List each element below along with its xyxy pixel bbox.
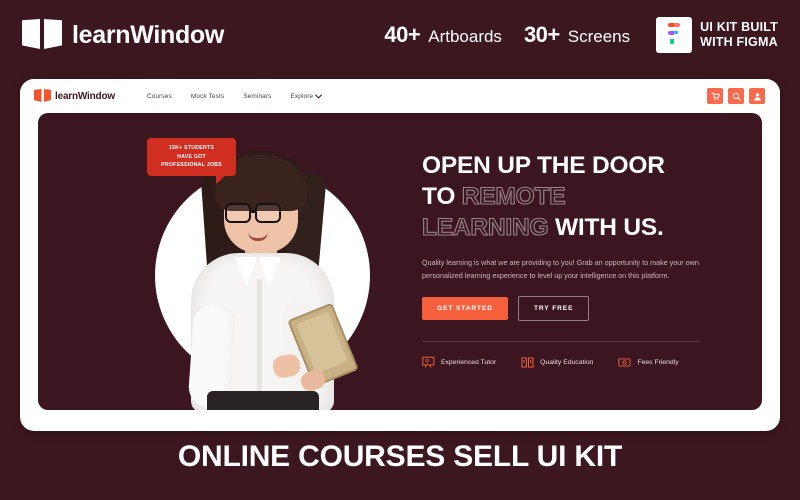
page-title: ONLINE COURSES SELL UI KIT	[177, 440, 623, 473]
hero-heading-line-3-outline: LEARNING	[421, 213, 549, 241]
stat-screens: 30+ Screens	[524, 22, 630, 48]
nav-link-seminars[interactable]: Seminars	[243, 93, 271, 100]
website-mockup-frame: learnWindow Courses Mock Tests Seminars …	[20, 79, 780, 431]
nav-link-courses-label: Courses	[146, 92, 172, 100]
stats-group: 40+ Artboards 30+ Screens UI KIT BUILT W…	[384, 17, 778, 53]
hero-copy: OPEN UP THE DOOR TO REMOTE LEARNING WITH…	[421, 151, 732, 369]
hero-heading: OPEN UP THE DOOR TO REMOTE LEARNING WITH…	[421, 151, 732, 244]
chevron-down-icon	[315, 91, 323, 99]
hero-heading-line-2: TO REMOTE	[422, 182, 732, 213]
feature-quality-education-label: Quality Education	[540, 359, 594, 367]
students-badge: 15K+ STUDENTS HAVE GOT PROFESSIONAL JOBS	[147, 138, 236, 184]
figma-badge-text: UI KIT BUILT WITH FIGMA	[700, 19, 778, 49]
shopping-cart-icon[interactable]	[707, 88, 723, 104]
mockup-brand[interactable]: learnWindow	[34, 89, 115, 103]
figma-logo-icon	[656, 17, 693, 53]
nav-link-mock-tests[interactable]: Mock Tests	[191, 93, 224, 100]
mockup-brand-name: learnWindow	[55, 90, 115, 102]
hero-paragraph: Quality learning is what we are providin…	[422, 257, 699, 280]
feature-quality-education: Quality Education	[521, 356, 593, 369]
nav-link-mock-tests-label: Mock Tests	[190, 92, 225, 100]
hero-heading-line-3-solid: WITH US.	[548, 213, 664, 241]
try-free-button[interactable]: TRY FREE	[517, 296, 590, 322]
hero-cta-group: GET STARTED TRY FREE	[422, 296, 732, 322]
feature-experienced-tutor-label: Experienced Tutor	[441, 359, 497, 367]
money-note-icon	[618, 358, 631, 367]
stat-artboards: 40+ Artboards	[384, 22, 502, 48]
mockup-nav-links: Courses Mock Tests Seminars Explore	[147, 91, 323, 100]
brand-name: learnWindow	[72, 20, 225, 49]
hero-divider	[422, 341, 700, 343]
stat-artboards-label: Artboards	[428, 27, 502, 46]
hero-heading-line-2-solid: TO	[422, 182, 462, 210]
mockup-nav-actions	[707, 88, 765, 104]
students-badge-text: 15K+ STUDENTS HAVE GOT PROFESSIONAL JOBS	[161, 145, 222, 169]
hero-section: 15K+ STUDENTS HAVE GOT PROFESSIONAL JOBS…	[38, 113, 762, 410]
nav-link-explore[interactable]: Explore	[290, 91, 323, 100]
open-book-icon	[521, 357, 534, 368]
figma-badge: UI KIT BUILT WITH FIGMA	[656, 17, 778, 53]
hero-heading-line-1: OPEN UP THE DOOR	[422, 152, 665, 179]
tutor-board-icon	[422, 356, 435, 369]
open-book-icon	[34, 89, 51, 103]
product-brand: learnWindow	[22, 19, 224, 51]
nav-link-seminars-label: Seminars	[243, 92, 272, 100]
hero-feature-list: Experienced Tutor Quality Education Fees…	[422, 356, 732, 369]
nav-link-explore-label: Explore	[290, 92, 314, 100]
hero-heading-line-2-outline: REMOTE	[461, 182, 566, 210]
search-icon[interactable]	[728, 88, 744, 104]
stat-screens-label: Screens	[567, 27, 631, 46]
user-account-icon[interactable]	[749, 88, 765, 104]
feature-experienced-tutor: Experienced Tutor	[422, 356, 496, 369]
stat-artboards-number: 40+	[384, 22, 421, 47]
hero-heading-line-3: LEARNING WITH US.	[421, 213, 732, 244]
top-promo-bar: learnWindow 40+ Artboards 30+ Screens UI…	[0, 0, 800, 70]
hero-visual: 15K+ STUDENTS HAVE GOT PROFESSIONAL JOBS	[38, 113, 398, 410]
feature-fees-friendly-label: Fees Friendly	[637, 359, 679, 367]
get-started-button[interactable]: GET STARTED	[422, 297, 508, 321]
nav-link-courses[interactable]: Courses	[147, 93, 172, 100]
stat-screens-number: 30+	[523, 22, 560, 47]
feature-fees-friendly: Fees Friendly	[618, 356, 679, 369]
open-book-icon	[22, 19, 62, 51]
mockup-navbar: learnWindow Courses Mock Tests Seminars …	[20, 79, 780, 113]
